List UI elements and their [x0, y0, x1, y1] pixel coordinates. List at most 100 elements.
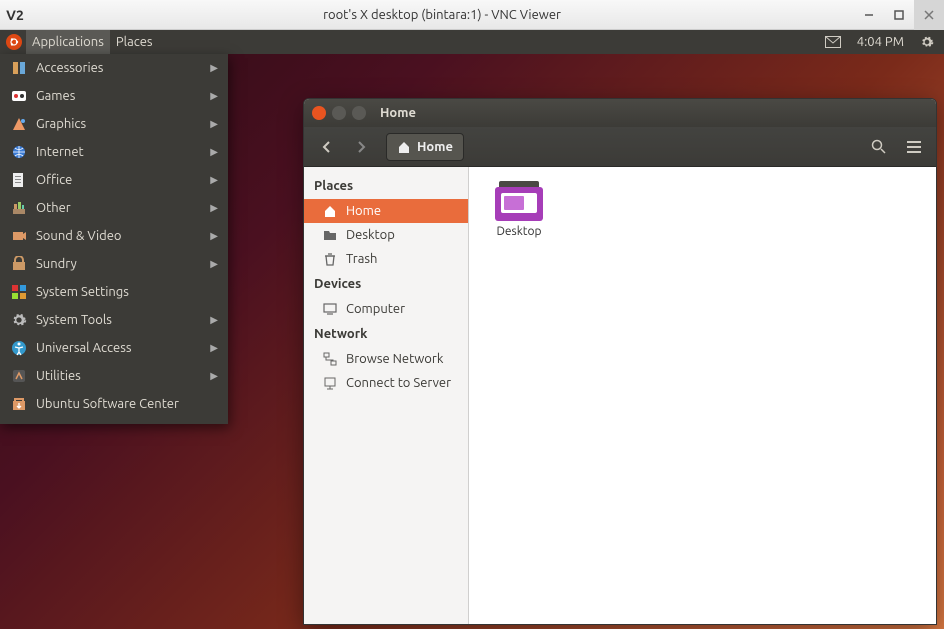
app-menu-label: Accessories	[36, 61, 202, 75]
ubuntu-desktop[interactable]: Applications Places 4:04 PM Accessories …	[0, 30, 944, 629]
sidebar-heading-places: Places	[304, 173, 468, 199]
chevron-right-icon: ▶	[210, 258, 218, 270]
software-center-icon	[10, 395, 28, 413]
computer-icon	[322, 301, 338, 317]
app-menu-games[interactable]: Games ▶	[0, 82, 228, 110]
chevron-right-icon: ▶	[210, 62, 218, 74]
chevron-right-icon: ▶	[210, 202, 218, 214]
fm-close-button[interactable]	[312, 106, 326, 120]
app-menu-software-center[interactable]: Ubuntu Software Center	[0, 390, 228, 418]
vnc-window-buttons	[854, 0, 944, 30]
vnc-window: V2 root's X desktop (bintara:1) - VNC Vi…	[0, 0, 944, 629]
sidebar-item-desktop[interactable]: Desktop	[304, 223, 468, 247]
sundry-icon	[10, 255, 28, 273]
fm-window-title: Home	[380, 106, 416, 120]
graphics-icon	[10, 115, 28, 133]
trash-icon	[322, 251, 338, 267]
app-menu-utilities[interactable]: Utilities ▶	[0, 362, 228, 390]
file-item-desktop[interactable]: Desktop	[483, 181, 555, 238]
app-menu-label: Universal Access	[36, 341, 202, 355]
system-settings-icon	[10, 283, 28, 301]
office-icon	[10, 171, 28, 189]
panel-indicators: 4:04 PM	[821, 35, 938, 49]
panel-applications[interactable]: Applications	[26, 30, 110, 54]
app-menu-other[interactable]: Other ▶	[0, 194, 228, 222]
maximize-icon	[894, 10, 904, 20]
app-menu-label: Other	[36, 201, 202, 215]
sidebar-item-connect-server[interactable]: Connect to Server	[304, 371, 468, 395]
path-label: Home	[417, 140, 453, 154]
app-menu-office[interactable]: Office ▶	[0, 166, 228, 194]
sidebar-item-computer[interactable]: Computer	[304, 297, 468, 321]
chevron-right-icon: ▶	[210, 314, 218, 326]
app-menu-internet[interactable]: Internet ▶	[0, 138, 228, 166]
file-label: Desktop	[496, 225, 541, 238]
app-menu-label: Graphics	[36, 117, 202, 131]
panel-places[interactable]: Places	[110, 30, 159, 54]
file-manager-window: Home Home	[303, 98, 937, 625]
sidebar-item-trash[interactable]: Trash	[304, 247, 468, 271]
chevron-right-icon: ▶	[210, 342, 218, 354]
app-menu-universal-access[interactable]: Universal Access ▶	[0, 334, 228, 362]
universal-access-icon	[10, 339, 28, 357]
applications-menu: Accessories ▶ Games ▶ Graphics ▶ Interne…	[0, 54, 228, 424]
sidebar-item-browse-network[interactable]: Browse Network	[304, 347, 468, 371]
fm-minimize-button[interactable]	[332, 106, 346, 120]
app-menu-label: Internet	[36, 145, 202, 159]
sidebar-item-label: Home	[346, 204, 381, 218]
app-menu-sound-video[interactable]: Sound & Video ▶	[0, 222, 228, 250]
utilities-icon	[10, 367, 28, 385]
maximize-button[interactable]	[884, 0, 914, 30]
chevron-right-icon: ▶	[210, 90, 218, 102]
vnc-titlebar: V2 root's X desktop (bintara:1) - VNC Vi…	[0, 0, 944, 30]
hamburger-icon	[907, 141, 921, 153]
app-menu-graphics[interactable]: Graphics ▶	[0, 110, 228, 138]
path-bar[interactable]: Home	[386, 133, 464, 161]
sidebar-item-home[interactable]: Home	[304, 199, 468, 223]
fm-content[interactable]: Desktop	[469, 167, 936, 624]
home-icon	[322, 203, 338, 219]
back-button[interactable]	[312, 133, 342, 161]
ubuntu-logo-icon[interactable]	[6, 34, 22, 50]
chevron-right-icon: ▶	[210, 118, 218, 130]
network-icon	[322, 351, 338, 367]
gear-icon	[920, 35, 934, 49]
close-icon	[924, 10, 934, 20]
sound-video-icon	[10, 227, 28, 245]
sidebar-heading-network: Network	[304, 321, 468, 347]
close-button[interactable]	[914, 0, 944, 30]
desktop-folder-icon	[495, 181, 543, 221]
app-menu-label: Office	[36, 173, 202, 187]
home-icon	[397, 140, 411, 154]
internet-icon	[10, 143, 28, 161]
games-icon	[10, 87, 28, 105]
minimize-icon	[864, 10, 874, 20]
minimize-button[interactable]	[854, 0, 884, 30]
app-menu-label: Ubuntu Software Center	[36, 397, 218, 411]
sidebar-item-label: Connect to Server	[346, 376, 451, 390]
settings-indicator[interactable]	[916, 35, 938, 49]
forward-button[interactable]	[346, 133, 376, 161]
app-menu-system-settings[interactable]: System Settings	[0, 278, 228, 306]
app-menu-system-tools[interactable]: System Tools ▶	[0, 306, 228, 334]
hamburger-button[interactable]	[900, 133, 928, 161]
app-menu-label: Sundry	[36, 257, 202, 271]
fm-titlebar[interactable]: Home	[304, 99, 936, 127]
fm-maximize-button[interactable]	[352, 106, 366, 120]
panel-clock[interactable]: 4:04 PM	[851, 35, 910, 49]
search-button[interactable]	[862, 133, 896, 161]
mail-icon	[825, 36, 841, 48]
chevron-right-icon: ▶	[210, 174, 218, 186]
fm-toolbar: Home	[304, 127, 936, 167]
vnc-window-title: root's X desktop (bintara:1) - VNC Viewe…	[30, 8, 854, 22]
accessories-icon	[10, 59, 28, 77]
chevron-right-icon: ▶	[210, 146, 218, 158]
app-menu-accessories[interactable]: Accessories ▶	[0, 54, 228, 82]
mail-indicator[interactable]	[821, 36, 845, 48]
sidebar-heading-devices: Devices	[304, 271, 468, 297]
folder-icon	[322, 227, 338, 243]
app-menu-sundry[interactable]: Sundry ▶	[0, 250, 228, 278]
chevron-right-icon: ▶	[210, 370, 218, 382]
search-icon	[871, 139, 887, 155]
chevron-right-icon	[355, 141, 367, 153]
